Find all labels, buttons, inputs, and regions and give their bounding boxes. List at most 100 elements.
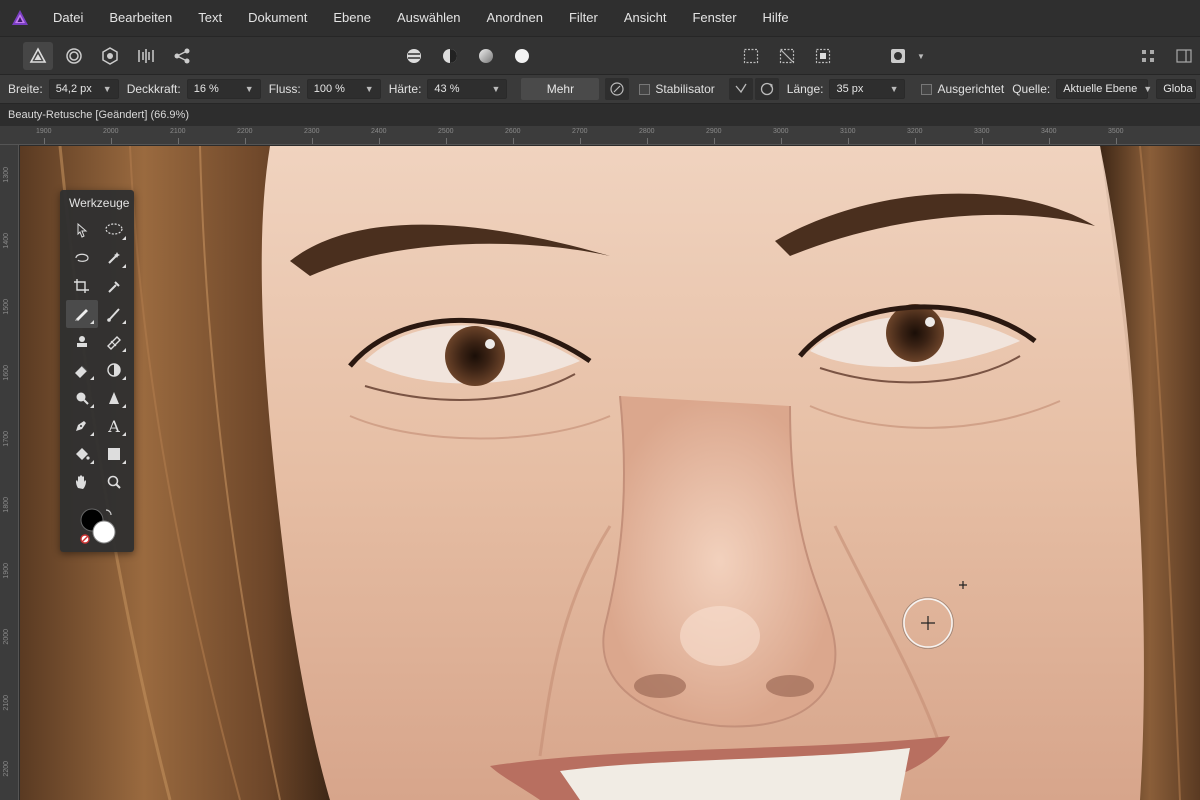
ruler-tick-mark — [982, 138, 983, 144]
affinity-photo-logo-icon[interactable] — [0, 0, 40, 36]
source-value: Aktuelle Ebene — [1063, 83, 1138, 95]
ruler-tick-mark — [714, 138, 715, 144]
width-value: 54,2 px — [55, 83, 92, 95]
menu-anordnen[interactable]: Anordnen — [474, 0, 556, 36]
vertical-ruler[interactable]: 1300 1400 1500 1600 1700 1800 1900 2000 2100 2200 — [0, 145, 19, 800]
stabilizer-label: Stabilisator — [655, 82, 715, 96]
menu-ansicht[interactable]: Ansicht — [611, 0, 680, 36]
quick-mask-icon[interactable] — [883, 42, 913, 70]
pen-tool-icon[interactable] — [66, 412, 98, 440]
ruler-tick-label: 1500 — [3, 299, 10, 315]
menu-dokument[interactable]: Dokument — [235, 0, 320, 36]
export-persona-icon[interactable] — [167, 42, 197, 70]
healing-brush-tool-icon[interactable] — [98, 328, 130, 356]
window-mode-icon[interactable] — [754, 78, 779, 100]
menu-text[interactable]: Text — [185, 0, 235, 36]
length-field[interactable]: 35 px ▼ — [829, 79, 906, 99]
flow-field[interactable]: 100 % ▼ — [306, 79, 381, 99]
aligned-checkbox[interactable] — [921, 83, 933, 95]
liquify-persona-icon[interactable] — [59, 42, 89, 70]
ruler-tick-mark — [580, 138, 581, 144]
pixel-brush-tool-icon[interactable] — [98, 300, 130, 328]
ruler-tick-label: 3200 — [907, 128, 923, 135]
menu-filter[interactable]: Filter — [556, 0, 611, 36]
color-wells[interactable] — [78, 506, 122, 546]
opacity-field[interactable]: 16 % ▼ — [186, 79, 261, 99]
ruler-tick-mark — [379, 138, 380, 144]
document-tab[interactable]: Beauty-Retusche [Geändert] (66.9%) — [0, 104, 1200, 126]
auto-contrast-icon[interactable] — [435, 42, 465, 70]
global-dropdown[interactable]: Globa — [1156, 79, 1197, 99]
erase-brush-tool-icon[interactable] — [66, 356, 98, 384]
move-tool-icon[interactable] — [66, 216, 98, 244]
hand-tool-icon[interactable] — [66, 468, 98, 496]
auto-white-balance-icon[interactable] — [507, 42, 537, 70]
tools-panel: Werkzeuge A — [60, 190, 134, 552]
paint-brush-tool-icon[interactable] — [66, 300, 98, 328]
ruler-tick-label: 3000 — [773, 128, 789, 135]
menu-hilfe[interactable]: Hilfe — [750, 0, 802, 36]
hardness-field[interactable]: 43 % ▼ — [427, 79, 508, 99]
menu-fenster[interactable]: Fenster — [679, 0, 749, 36]
menu-datei[interactable]: Datei — [40, 0, 96, 36]
ruler-tick-mark — [312, 138, 313, 144]
document-canvas[interactable] — [20, 146, 1200, 800]
menu-ebene[interactable]: Ebene — [320, 0, 384, 36]
chevron-down-icon: ▼ — [102, 84, 112, 94]
stabilizer-checkbox[interactable] — [639, 83, 651, 95]
hardness-value: 43 % — [434, 83, 460, 95]
auto-colors-icon[interactable] — [471, 42, 501, 70]
dodge-brush-tool-icon[interactable] — [98, 356, 130, 384]
sharpen-brush-tool-icon[interactable] — [98, 384, 130, 412]
global-value: Globa — [1163, 83, 1193, 95]
source-dropdown[interactable]: Aktuelle Ebene ▼ — [1056, 79, 1152, 99]
color-picker-tool-icon[interactable] — [98, 272, 130, 300]
selection-brush-tool-icon[interactable] — [98, 216, 130, 244]
flow-label: Fluss: — [268, 82, 301, 96]
ruler-tick-label: 1900 — [3, 563, 10, 579]
deselect-icon[interactable] — [772, 42, 802, 70]
more-button[interactable]: Mehr — [521, 78, 600, 100]
length-label: Länge: — [786, 82, 824, 96]
ruler-tick-label: 2500 — [438, 128, 454, 135]
select-all-icon[interactable] — [736, 42, 766, 70]
horizontal-ruler[interactable]: 1900 2000 2100 2200 2300 2400 2500 2600 2700 2800… — [0, 126, 1200, 145]
menu-auswaehlen[interactable]: Auswählen — [384, 0, 474, 36]
zoom-tool-icon[interactable] — [98, 468, 130, 496]
ruler-tick-label: 2100 — [3, 695, 10, 711]
ruler-tick-label: 1400 — [3, 233, 10, 249]
flood-fill-tool-icon[interactable] — [66, 440, 98, 468]
width-field[interactable]: 54,2 px ▼ — [48, 79, 119, 99]
flood-select-tool-icon[interactable] — [98, 244, 130, 272]
auto-levels-icon[interactable] — [399, 42, 429, 70]
pressure-curve-icon[interactable] — [605, 78, 630, 100]
crop-tool-icon[interactable] — [66, 272, 98, 300]
ruler-tick-label: 1300 — [3, 167, 10, 183]
text-tool-icon[interactable]: A — [98, 412, 130, 440]
tone-mapping-persona-icon[interactable] — [131, 42, 161, 70]
panels-toggle-icon[interactable] — [1169, 42, 1199, 70]
ruler-tick-label: 2000 — [103, 128, 119, 135]
chevron-down-icon: ▼ — [244, 84, 254, 94]
ruler-tick-label: 3400 — [1041, 128, 1057, 135]
ruler-tick-mark — [178, 138, 179, 144]
ruler-tick-label: 2200 — [3, 761, 10, 777]
ruler-tick-label: 2100 — [170, 128, 186, 135]
opacity-value: 16 % — [193, 83, 219, 95]
rectangle-tool-icon[interactable] — [98, 440, 130, 468]
invert-selection-icon[interactable] — [808, 42, 838, 70]
clone-stamp-tool-icon[interactable] — [66, 328, 98, 356]
quick-mask-dropdown-icon[interactable]: ▼ — [916, 42, 926, 70]
ruler-tick-mark — [1049, 138, 1050, 144]
ruler-tick-label: 2200 — [237, 128, 253, 135]
ruler-tick-mark — [245, 138, 246, 144]
develop-persona-icon[interactable] — [95, 42, 125, 70]
tools-panel-title: Werkzeuge — [69, 196, 130, 210]
hardness-label: Härte: — [388, 82, 422, 96]
rope-mode-icon[interactable] — [728, 78, 753, 100]
blur-brush-tool-icon[interactable] — [66, 384, 98, 412]
freehand-selection-tool-icon[interactable] — [66, 244, 98, 272]
snapping-icon[interactable] — [1133, 42, 1163, 70]
photo-persona-icon[interactable] — [23, 42, 53, 70]
menu-bearbeiten[interactable]: Bearbeiten — [96, 0, 185, 36]
